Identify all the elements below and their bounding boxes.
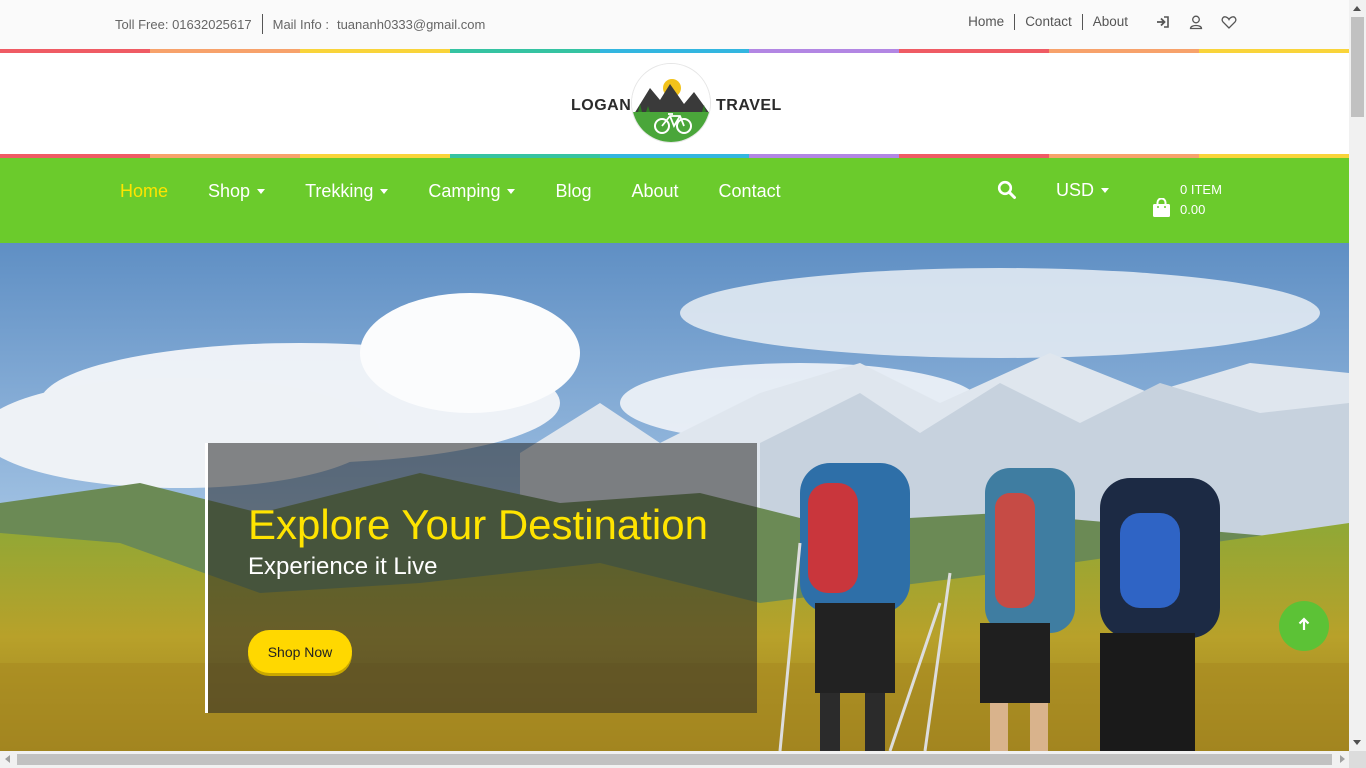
logo-word-right[interactable]: TRAVEL [716,97,782,115]
scroll-up-icon[interactable] [1353,6,1361,11]
chevron-down-icon [507,188,516,194]
cart-total: 0.00 [1180,202,1206,217]
horizontal-scroll-thumb[interactable] [17,754,1332,765]
arrow-up-icon [1297,616,1311,636]
hero-caption: Explore Your Destination Experience it L… [205,443,757,713]
nav-item-contact[interactable]: Contact [719,180,781,202]
nav-item-label: About [631,180,679,201]
nav-item-home[interactable]: Home [120,180,168,202]
nav-menu: Home Shop Trekking Camping Blog About Contact [120,180,821,202]
shop-now-button[interactable]: Shop Now [248,630,352,673]
nav-item-shop[interactable]: Shop [208,180,266,202]
logo-word-left[interactable]: LOGAN [571,97,631,115]
search-icon[interactable] [997,180,1017,200]
mail-label: Mail Info : [272,16,329,32]
currency-select[interactable]: USD [1056,180,1110,201]
scrollbar-corner [1349,751,1366,768]
mountain-bike-logo-icon[interactable] [631,63,711,143]
nav-item-label: Shop [208,180,251,201]
mail-link[interactable]: tuananh0333@gmail.com [337,17,485,32]
page: Toll Free: 01632025617 Mail Info : tuana… [0,0,1349,751]
back-to-top-button[interactable] [1279,601,1329,651]
nav-item-blog[interactable]: Blog [555,180,591,202]
scroll-left-icon[interactable] [5,755,10,763]
chevron-down-icon [1101,188,1110,193]
currency-label: USD [1056,180,1095,200]
user-icon[interactable] [1188,14,1204,30]
nav-item-about[interactable]: About [632,180,679,202]
vertical-scroll-thumb[interactable] [1351,17,1364,117]
cart-item-count: 0 ITEM [1180,182,1222,197]
horizontal-scrollbar[interactable] [0,751,1366,768]
scroll-down-icon[interactable] [1353,740,1361,745]
nav-item-label: Trekking [305,180,374,201]
logo-row: LOGAN TRAVEL [0,53,1349,154]
top-link-home[interactable]: Home [968,14,1016,30]
hero-subtitle: Experience it Live [248,553,438,580]
heart-icon[interactable] [1221,14,1237,30]
toll-free-text: Toll Free: 01632025617 [115,16,252,32]
vertical-scrollbar[interactable] [1349,0,1366,751]
chevron-down-icon [257,188,266,194]
hero-title: Explore Your Destination [248,501,708,548]
shopping-bag-icon [1152,197,1171,218]
top-bar: Toll Free: 01632025617 Mail Info : tuana… [0,0,1349,49]
top-links: Home Contact About [968,14,1237,30]
nav-item-trekking[interactable]: Trekking [305,180,389,202]
nav-item-label: Camping [428,180,501,201]
main-nav: Home Shop Trekking Camping Blog About Contact … [0,158,1349,243]
hero-slider: Explore Your Destination Experience it L… [0,243,1349,751]
chevron-down-icon [380,188,389,194]
cart-widget[interactable]: 0 ITEM 0.00 [1152,182,1232,222]
nav-item-camping[interactable]: Camping [428,180,516,202]
divider [261,14,263,34]
nav-item-label: Blog [555,180,592,201]
nav-item-label: Home [120,180,169,201]
scroll-right-icon[interactable] [1340,755,1345,763]
top-link-about[interactable]: About [1083,14,1138,30]
nav-item-label: Contact [718,180,781,201]
sign-in-icon[interactable] [1155,14,1171,30]
contact-info: Toll Free: 01632025617 Mail Info : tuana… [115,14,485,34]
top-link-contact[interactable]: Contact [1015,14,1083,30]
